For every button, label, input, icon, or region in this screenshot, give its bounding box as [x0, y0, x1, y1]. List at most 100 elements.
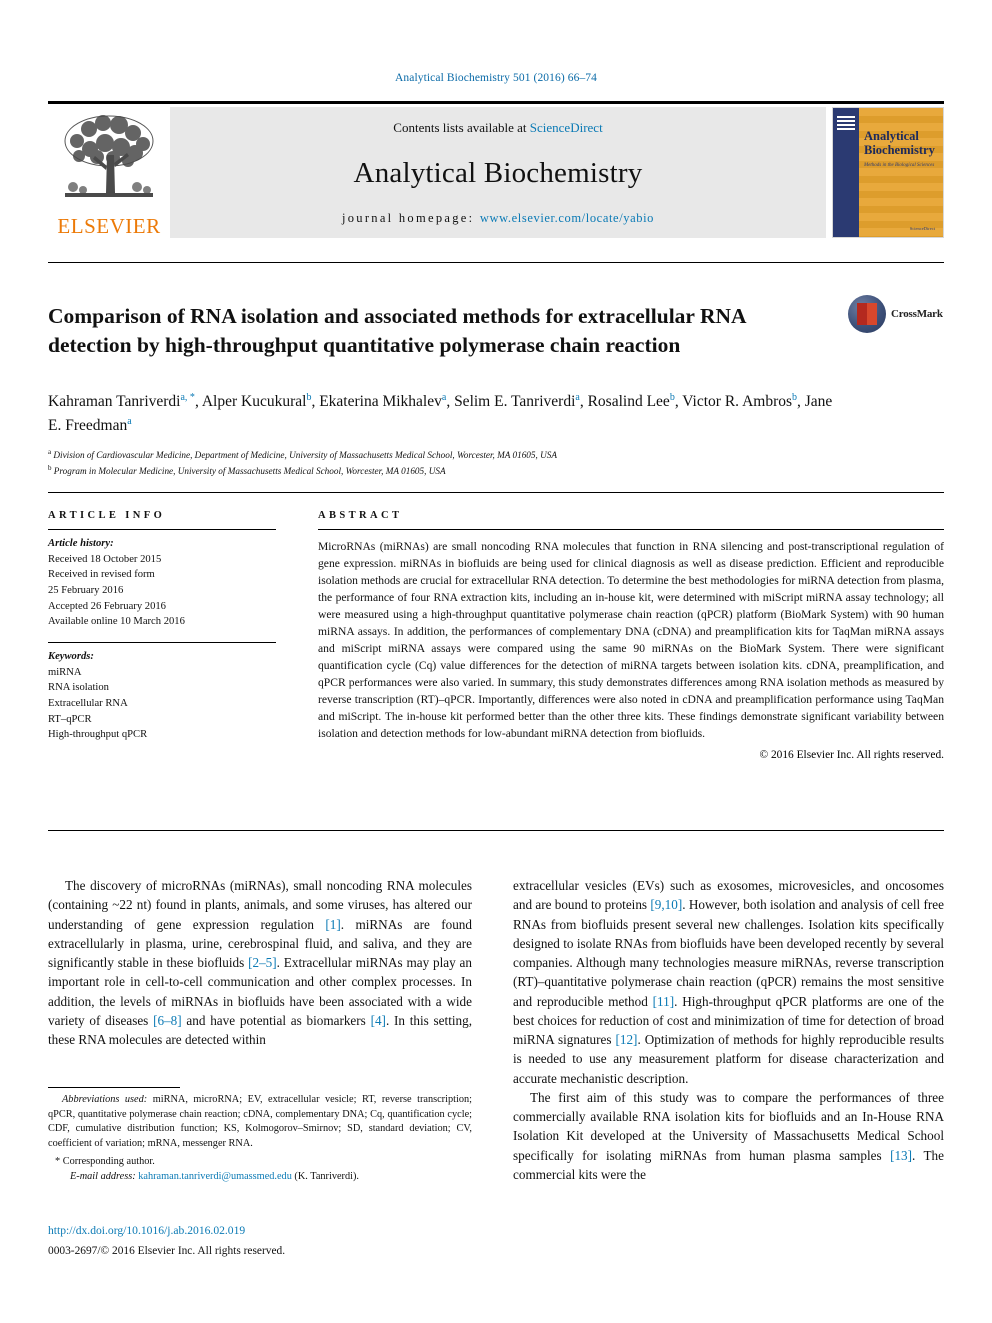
journal-cover-thumbnail: Analytical Biochemistry Methods in the B… [826, 107, 944, 238]
elsevier-logo: ELSEVIER [48, 107, 170, 238]
author-item: Alper Kucukuralb [201, 392, 312, 411]
email-suffix: (K. Tanriverdi). [291, 1171, 359, 1183]
homepage-url-link[interactable]: www.elsevier.com/locate/yabio [480, 211, 654, 225]
author-item: Rosalind Leeb [587, 392, 675, 411]
citation-ref[interactable]: [9,10] [650, 897, 682, 912]
info-divider [48, 492, 944, 493]
sciencedirect-link[interactable]: ScienceDirect [530, 120, 603, 135]
abstract-heading: ABSTRACT [318, 510, 403, 521]
author-item: Victor R. Ambrosb [682, 392, 798, 411]
journal-homepage-line: journal homepage: www.elsevier.com/locat… [342, 211, 654, 226]
keyword-item: miRNA [48, 666, 82, 678]
body-paragraph: The discovery of microRNAs (miRNAs), sma… [48, 876, 472, 1049]
homepage-label: journal homepage: [341, 211, 480, 225]
author-item: Selim E. Tanriverdia [454, 392, 580, 410]
citation-ref[interactable]: [2–5] [248, 955, 277, 970]
history-line: Received in revised form [48, 569, 155, 581]
author-name: Alper Kucukural [201, 393, 307, 411]
cover-image: Analytical Biochemistry Methods in the B… [832, 107, 944, 238]
issn-copyright: 0003-2697/© 2016 Elsevier Inc. All right… [48, 1245, 286, 1257]
running-head: Analytical Biochemistry 501 (2016) 66–74 [394, 72, 598, 84]
affiliation-list: a Division of Cardiovascular Medicine, D… [48, 447, 848, 479]
title-divider [48, 262, 944, 263]
author-mark: b [669, 392, 675, 403]
article-info-column: ARTICLE INFO Article history: Received 1… [48, 510, 276, 743]
citation-ref[interactable]: [6–8] [153, 1013, 182, 1028]
crossmark-label: CrossMark [891, 308, 943, 320]
cover-elsevier-icon [837, 116, 855, 132]
body-paragraph: extracellular vesicles (EVs) such as exo… [513, 876, 944, 1088]
keywords-title: Keywords: [48, 651, 94, 663]
keyword-item: RT–qPCR [48, 713, 92, 725]
journal-title: Analytical Biochemistry [353, 157, 643, 189]
history-line: Available online 10 March 2016 [48, 616, 185, 628]
journal-masthead: ELSEVIER Contents lists available at Sci… [48, 101, 944, 238]
cover-title: Analytical Biochemistry [864, 129, 935, 157]
paragraph-text: and have potential as biomarkers [181, 1012, 371, 1028]
author-mark: a, * [180, 392, 195, 403]
abstract-copyright: © 2016 Elsevier Inc. All rights reserved… [759, 749, 944, 762]
author-mark: a [441, 392, 447, 403]
history-line: 25 February 2016 [48, 585, 124, 597]
corresponding-author-note: * Corresponding author. [48, 1155, 472, 1170]
citation-ref[interactable]: [12] [615, 1032, 637, 1047]
footnote-divider [48, 1087, 180, 1088]
keywords-group: Keywords: miRNA RNA isolation Extracellu… [48, 643, 276, 743]
cover-subtitle: Methods in the Biological Sciences [864, 163, 935, 168]
abbreviations-title: Abbreviations used: [62, 1094, 148, 1105]
affiliation-mark: b [48, 464, 52, 473]
abstract-text: MicroRNAs (miRNAs) are small noncoding R… [318, 540, 944, 741]
citation-ref[interactable]: [4] [371, 1013, 386, 1028]
corresponding-author-text: Corresponding author. [62, 1156, 155, 1168]
contents-banner: Contents lists available at ScienceDirec… [170, 107, 826, 238]
affiliation-item: b Program in Molecular Medicine, Univers… [48, 463, 848, 479]
history-line: Received 18 October 2015 [48, 553, 162, 565]
body-column-left: The discovery of microRNAs (miRNAs), sma… [48, 876, 472, 1049]
author-name: Ekaterina Mikhalev [319, 393, 442, 411]
author-mark: b [306, 392, 312, 403]
author-list: Kahraman Tanriverdia, *, Alper Kucukural… [48, 392, 833, 434]
doi-link[interactable]: http://dx.doi.org/10.1016/j.ab.2016.02.0… [48, 1224, 472, 1237]
citation-ref[interactable]: [13] [890, 1148, 912, 1163]
keyword-item: Extracellular RNA [48, 698, 128, 710]
author-name: Victor R. Ambros [682, 393, 793, 411]
citation-ref[interactable]: [1] [325, 917, 340, 932]
article-history-title: Article history: [48, 538, 114, 549]
article-page: Analytical Biochemistry 501 (2016) 66–74 [0, 0, 992, 1323]
contents-line: Contents lists available at ScienceDirec… [393, 120, 602, 136]
email-label: E-mail address: [70, 1171, 136, 1183]
article-info-heading: ARTICLE INFO [48, 510, 166, 521]
affiliation-item: a Division of Cardiovascular Medicine, D… [48, 447, 848, 463]
paragraph-text: The first aim of this study was to compa… [513, 1089, 944, 1163]
footnote-block: Abbreviations used: miRNA, microRNA; EV,… [48, 1093, 472, 1185]
page-title: Comparison of RNA isolation and associat… [48, 304, 746, 357]
body-column-right: extracellular vesicles (EVs) such as exo… [513, 876, 944, 1184]
affiliation-text: Division of Cardiovascular Medicine, Dep… [53, 450, 557, 461]
keyword-item: RNA isolation [48, 682, 109, 694]
author-mark: a [575, 392, 580, 403]
keyword-item: High-throughput qPCR [48, 729, 148, 741]
author-item: Ekaterina Mikhaleva [319, 392, 447, 411]
elsevier-wordmark: ELSEVIER [57, 214, 161, 238]
citation-ref[interactable]: [11] [653, 994, 674, 1009]
crossmark-icon [848, 295, 886, 333]
author-name: Rosalind Lee [587, 393, 670, 411]
paragraph-text: . However, both isolation and analysis o… [513, 897, 944, 1009]
author-name: Kahraman Tanriverdi [48, 393, 181, 411]
cover-footer: ScienceDirect [909, 226, 935, 231]
crossmark-badge-group[interactable]: CrossMark [848, 292, 944, 336]
elsevier-tree-icon [64, 115, 154, 197]
asterisk-icon: * [55, 1156, 61, 1168]
email-link[interactable]: kahraman.tanriverdi@umassmed.edu [138, 1171, 292, 1182]
contents-prefix: Contents lists available at [393, 120, 530, 135]
history-line: Accepted 26 February 2016 [48, 600, 166, 612]
affiliation-text: Program in Molecular Medicine, Universit… [53, 466, 446, 477]
article-history-group: Article history: Received 18 October 201… [48, 530, 276, 630]
body-paragraph: The first aim of this study was to compa… [513, 1088, 944, 1184]
abstract-column: ABSTRACT MicroRNAs (miRNAs) are small no… [318, 510, 944, 761]
email-note: E-mail address: kahraman.tanriverdi@umas… [48, 1170, 472, 1185]
author-item: Kahraman Tanriverdia, * [48, 392, 195, 411]
body-divider [48, 830, 944, 831]
author-mark: b [792, 392, 798, 403]
abbreviations-note: Abbreviations used: miRNA, microRNA; EV,… [48, 1093, 472, 1151]
